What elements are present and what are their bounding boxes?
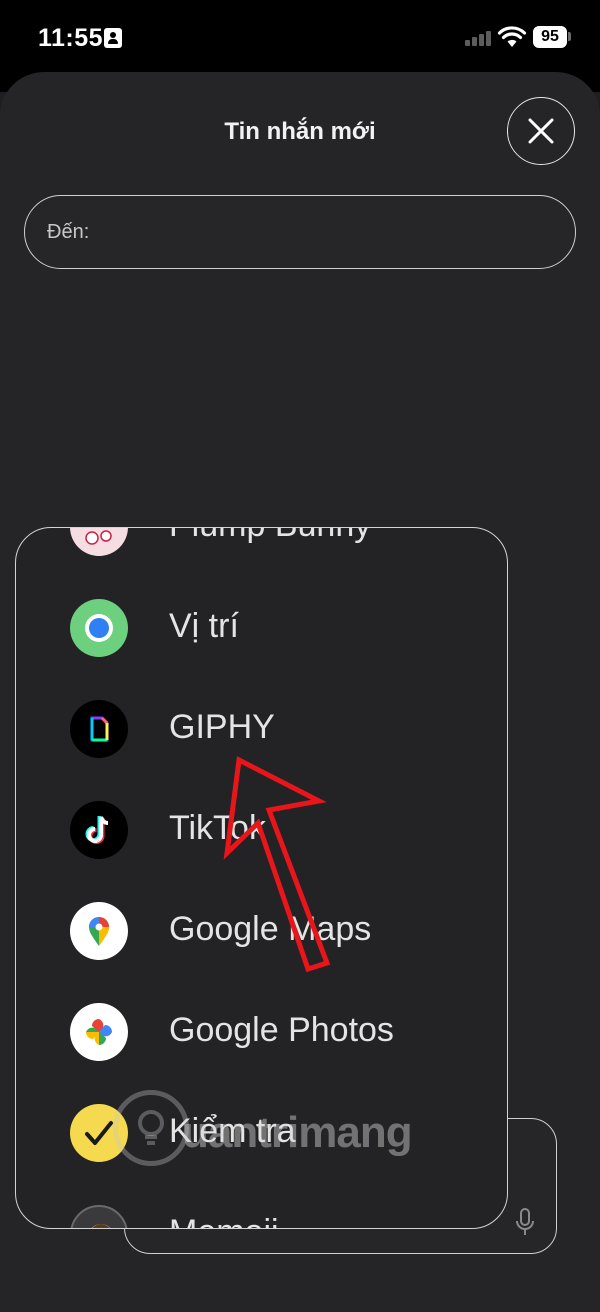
google-maps-icon xyxy=(70,902,128,960)
close-icon xyxy=(528,118,554,144)
menu-item-label: TikTok xyxy=(169,809,266,847)
location-icon xyxy=(70,599,128,657)
menu-item-label: Google Photos xyxy=(169,1011,394,1049)
menu-item-location[interactable]: Vị trí xyxy=(16,587,507,667)
menu-item-memoji[interactable]: Memoji xyxy=(16,1193,507,1228)
plump-bunny-sticker-icon xyxy=(70,528,128,556)
menu-item-tiktok[interactable]: TikTok xyxy=(16,789,507,869)
memoji-icon xyxy=(70,1205,128,1228)
menu-item-label: Google Maps xyxy=(169,910,372,948)
menu-item-google-photos[interactable]: Google Photos xyxy=(16,991,507,1071)
watermark-text: uantrimang xyxy=(182,1108,413,1157)
menu-item-plump-bunny[interactable]: Plump Bunny xyxy=(16,528,507,566)
battery-level: 95 xyxy=(533,26,567,48)
watermark-logo-icon xyxy=(113,1090,189,1166)
wifi-icon xyxy=(497,26,527,47)
tiktok-icon xyxy=(70,801,128,859)
menu-item-label: Vị trí xyxy=(169,607,239,645)
battery-icon xyxy=(568,32,571,41)
google-photos-icon xyxy=(70,1003,128,1061)
giphy-icon xyxy=(70,700,128,758)
close-button[interactable] xyxy=(507,97,575,165)
menu-item-giphy[interactable]: GIPHY xyxy=(16,688,507,768)
recipient-label: Đến: xyxy=(47,221,90,243)
contact-card-icon xyxy=(104,28,122,48)
microphone-icon[interactable] xyxy=(516,1208,534,1238)
status-bar: 11:55 95 xyxy=(0,0,600,72)
menu-item-label: Plump Bunny xyxy=(169,528,371,545)
recipient-field[interactable]: Đến: xyxy=(24,195,576,269)
status-time: 11:55 xyxy=(38,24,104,52)
signal-icon xyxy=(465,30,493,46)
menu-item-google-maps[interactable]: Google Maps xyxy=(16,890,507,970)
menu-item-label: GIPHY xyxy=(169,708,275,746)
menu-item-label: Memoji xyxy=(169,1213,279,1228)
